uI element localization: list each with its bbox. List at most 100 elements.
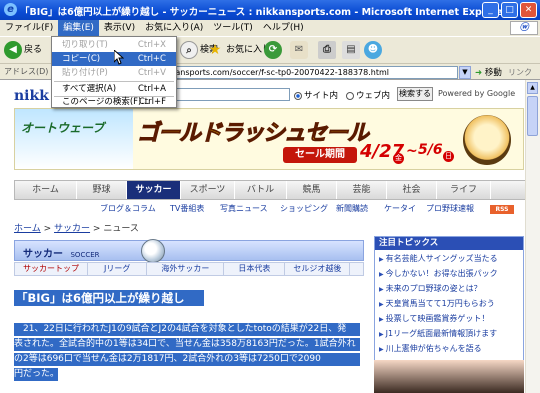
site-search-button[interactable]: 検索する — [397, 87, 433, 101]
menu-help[interactable]: ヘルプ(H) — [258, 20, 309, 36]
soccer-tab-sergio[interactable]: セルジオ越後 — [285, 263, 351, 275]
breadcrumb-soccer[interactable]: サッカー — [54, 224, 90, 234]
mail-icon: ✉ — [290, 40, 308, 59]
windows-logo-icon: ⓦ — [510, 21, 538, 35]
topic-item[interactable]: 天皇賞馬当てて1万円もらおう — [379, 298, 495, 310]
site-search-input[interactable] — [176, 88, 290, 101]
subnav-photo[interactable]: 写真ニュース — [220, 203, 268, 214]
article-body-line: の2等は696口で当せん金は2万1817円、2試合外れの3等は7250口で209… — [14, 353, 360, 366]
banner-date-start-day: 金 — [393, 153, 404, 164]
soccer-tab-top[interactable]: サッカートップ — [15, 263, 88, 275]
nav-life[interactable]: ライフ — [437, 181, 491, 199]
search-option-site[interactable]: サイト内 — [294, 89, 338, 101]
topic-item[interactable]: 投票して映画鑑賞券ゲット！ — [379, 313, 490, 325]
subnav-shopping[interactable]: ショッピング — [280, 203, 328, 214]
messenger-icon: ☻ — [364, 40, 382, 59]
back-button[interactable]: ◀ 戻る — [4, 40, 42, 60]
site-logo[interactable]: nikk — [14, 88, 49, 104]
address-dropdown-button[interactable]: ▼ — [459, 66, 471, 79]
subnav-baseball-live[interactable]: プロ野球速報 — [426, 203, 474, 214]
scroll-up-button[interactable]: ▲ — [527, 82, 538, 94]
favorites-toolbar-button[interactable]: ★ お気に入り — [206, 40, 271, 60]
topic-item[interactable]: 未来のプロ野球の姿とは？ — [379, 283, 482, 295]
edit-menu-find[interactable]: このページの検索(F)... Ctrl+F — [52, 96, 176, 108]
edit-page-button[interactable]: ▤ — [342, 40, 362, 60]
breadcrumb-home[interactable]: ホーム — [14, 224, 41, 234]
topic-item[interactable]: 有名芸能人サイングッズ当たる — [379, 253, 498, 265]
messenger-button[interactable]: ☻ — [364, 40, 384, 60]
edit-menu-find-shortcut: Ctrl+F — [138, 97, 166, 107]
star-icon: ★ — [208, 41, 222, 58]
history-button[interactable]: ⟳ — [264, 40, 284, 60]
ie-logo-icon: e — [4, 3, 17, 16]
nav-sports[interactable]: スポーツ — [181, 181, 235, 199]
edit-menu-paste[interactable]: 貼り付け(P) Ctrl+V — [52, 66, 176, 80]
banner-brand-panel: オートウェーブ — [15, 109, 133, 169]
nav-soccer[interactable]: サッカー — [127, 181, 181, 199]
soccer-tab-overseas[interactable]: 海外サッカー — [147, 263, 225, 275]
banner-character-image — [463, 115, 511, 165]
subnav-tv[interactable]: TV番組表 — [170, 203, 204, 214]
edit-menu-cut-label: 切り取り(T) — [62, 40, 108, 50]
main-nav: ホーム 野球 サッカー スポーツ バトル 競馬 芸能 社会 ライフ — [14, 180, 526, 200]
menu-file[interactable]: ファイル(F) — [0, 20, 58, 36]
radio-selected-icon — [294, 91, 302, 100]
breadcrumb-news: ニュース — [103, 224, 139, 234]
subnav-subscribe[interactable]: 新聞購読 — [336, 203, 368, 214]
ad-banner[interactable]: オートウェーブ ゴールドラッシュセール セール期間 4/27 金 ~ 5/6 日 — [14, 108, 524, 170]
menu-tools[interactable]: ツール(T) — [208, 20, 258, 36]
nav-home[interactable]: ホーム — [15, 181, 77, 199]
back-arrow-icon: ◀ — [4, 40, 22, 59]
topic-item[interactable]: 川上憲伸が佑ちゃんを語る — [379, 343, 482, 355]
menu-separator — [54, 81, 174, 82]
scrollbar-thumb[interactable] — [527, 96, 538, 136]
soccer-section-header: サッカー SOCCER — [14, 239, 364, 263]
banner-period: セール期間 — [283, 147, 357, 163]
edit-menu-select-all-shortcut: Ctrl+A — [137, 84, 166, 94]
window-title: 「BIG」は6億円以上が繰り越し - サッカーニュース : nikkanspor… — [20, 7, 508, 18]
rss-badge[interactable]: RSS — [490, 205, 514, 214]
article-body-line: 21、22日に行われたJ1の9試合とJ2の4試合を対象としたtotoの結果が22… — [14, 323, 360, 336]
edit-menu-paste-label: 貼り付け(P) — [62, 68, 108, 78]
go-button[interactable]: ➜ 移動 — [475, 66, 502, 78]
maximize-button[interactable]: □ — [501, 2, 518, 18]
minimize-button[interactable]: _ — [482, 2, 499, 18]
banner-date-end-day: 日 — [443, 151, 454, 162]
edit-menu-cut-shortcut: Ctrl+X — [137, 40, 166, 50]
soccer-tab-national[interactable]: 日本代表 — [224, 263, 286, 275]
go-arrow-icon: ➜ — [475, 68, 483, 78]
nav-entertainment[interactable]: 芸能 — [337, 181, 387, 199]
banner-title: ゴールドラッシュセール — [136, 121, 369, 147]
banner-tilde: ~ — [406, 143, 418, 159]
nav-keiba[interactable]: 競馬 — [287, 181, 337, 199]
print-button[interactable]: ⎙ — [318, 40, 338, 60]
edit-menu-dropdown: 切り取り(T) Ctrl+X コピー(C) Ctrl+C 貼り付け(P) Ctrl+V… — [51, 36, 177, 108]
breadcrumb: ホーム > サッカー > ニュース — [14, 224, 139, 234]
window-titlebar[interactable]: 「BIG」は6億円以上が繰り越し - サッカーニュース : nikkanspor… — [0, 0, 540, 20]
close-button[interactable]: ✕ — [520, 2, 537, 18]
address-label: アドレス(D) — [4, 67, 49, 76]
nav-baseball[interactable]: 野球 — [77, 181, 127, 199]
search-option-web[interactable]: ウェブ内 — [346, 89, 390, 101]
links-label[interactable]: リンク — [508, 67, 532, 78]
mail-button[interactable]: ✉ — [290, 40, 310, 60]
article-body-line: 表された。全試合的中の1等は34口で、当せん金は358万8163円だった。1試合… — [14, 338, 360, 351]
topic-photo[interactable] — [374, 360, 524, 393]
menu-view[interactable]: 表示(V) — [99, 20, 140, 36]
nav-society[interactable]: 社会 — [387, 181, 437, 199]
topic-item[interactable]: J1リーグ紙面最新情報頂けます — [379, 328, 497, 340]
radio-icon — [346, 91, 354, 100]
topics-heading: 注目トピックス — [375, 237, 523, 250]
banner-date-end: 5/6 — [418, 142, 443, 158]
nav-battle[interactable]: バトル — [235, 181, 287, 199]
soccer-title-en: SOCCER — [70, 251, 100, 259]
edit-menu-select-all[interactable]: すべて選択(A) Ctrl+A — [52, 83, 176, 95]
menu-favorites[interactable]: お気に入り(A) — [140, 20, 208, 36]
magnifier-icon: ⌕ — [180, 40, 198, 59]
topic-item[interactable]: 今しかない！お得な出張パック — [379, 268, 498, 280]
subnav-blog[interactable]: ブログ＆コラム — [100, 203, 156, 214]
subnav-mobile[interactable]: ケータイ — [384, 203, 416, 214]
soccer-tab-jleague[interactable]: Jリーグ — [88, 263, 148, 275]
menu-edit[interactable]: 編集(E) — [58, 20, 99, 36]
article-headline: 「BIG」は6億円以上が繰り越し — [14, 290, 204, 306]
